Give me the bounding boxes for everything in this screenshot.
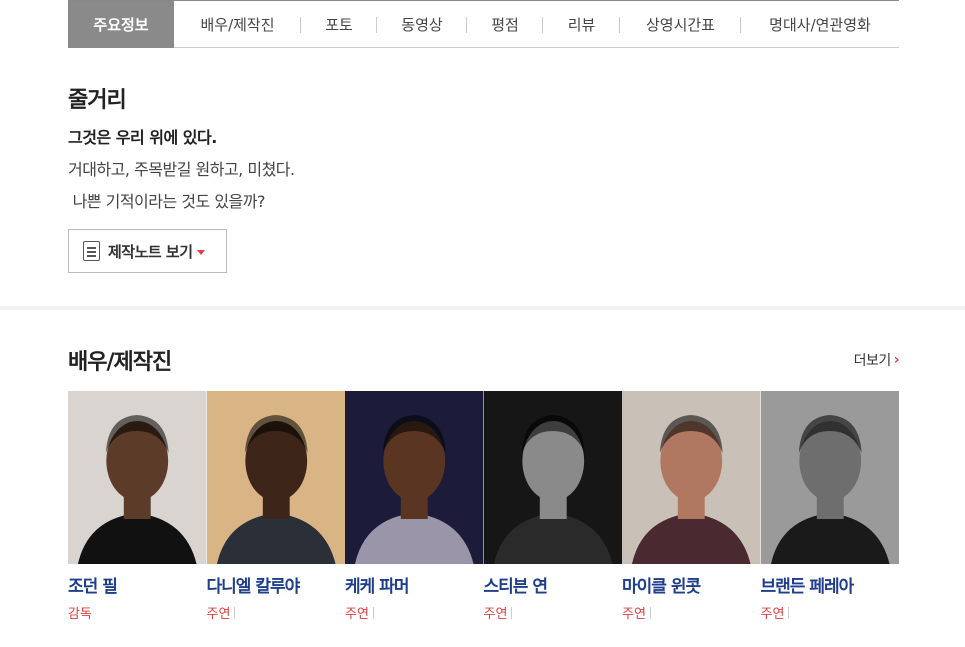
- tab-7[interactable]: 명대사/연관영화: [741, 1, 899, 48]
- cast-role-label: 감독: [68, 607, 92, 622]
- tab-5[interactable]: 리뷰: [543, 1, 620, 48]
- cast-photo[interactable]: [760, 391, 899, 564]
- cast-photo[interactable]: [206, 391, 345, 564]
- cast-card[interactable]: 다니엘 칼루야주연: [206, 391, 346, 622]
- cast-card[interactable]: 조던 필감독: [68, 391, 207, 622]
- cast-card[interactable]: 브랜든 페레아주연: [760, 391, 900, 622]
- cast-photo[interactable]: [483, 391, 622, 564]
- cast-card[interactable]: 스티븐 연주연: [483, 391, 623, 622]
- cast-role-label: 주연: [622, 607, 646, 622]
- caret-down-icon: [196, 249, 205, 255]
- synopsis-line: 나쁜 기적이라는 것도 있을까?: [68, 192, 266, 211]
- person-avatar-icon: [483, 391, 622, 564]
- cast-role-label: 주연: [483, 607, 508, 622]
- person-avatar-icon: [68, 391, 207, 564]
- role-separator: [511, 606, 513, 619]
- role-separator: [788, 606, 790, 619]
- synopsis-line: 거대하고, 주목받길 원하고, 미쳤다.: [68, 160, 295, 179]
- tab-2[interactable]: 포토: [301, 1, 377, 48]
- cast-role: 주연: [345, 603, 484, 622]
- tab-3[interactable]: 동영상: [377, 1, 467, 48]
- tab-label: 명대사/연관영화: [769, 15, 871, 34]
- cast-card[interactable]: 마이클 윈콧주연: [622, 391, 761, 622]
- main-tabs: 주요정보 배우/제작진 포토 동영상 평점 리뷰 상영시간표 명대사/연관영화: [68, 0, 899, 48]
- tab-label: 상영시간표: [645, 15, 715, 34]
- tab-label: 동영상: [401, 15, 443, 34]
- tab-label: 리뷰: [567, 15, 596, 34]
- cast-role: 주연: [622, 603, 761, 622]
- cast-name[interactable]: 마이클 윈콧: [622, 572, 761, 597]
- tab-label: 평점: [491, 15, 519, 34]
- cast-list: 조던 필 감독 다니엘 칼루야 주연 케케 파머 주연 스티븐 연 주연 마이클 윈콧 주연 브랜든…: [68, 391, 899, 622]
- production-note-button[interactable]: 제작노트 보기: [68, 229, 227, 273]
- cast-card[interactable]: 케케 파머주연: [345, 391, 484, 622]
- more-link[interactable]: 더보기 ›: [853, 350, 900, 370]
- cast-name[interactable]: 조던 필: [68, 572, 207, 597]
- person-avatar-icon: [760, 391, 899, 564]
- cast-role: 감독: [68, 603, 207, 622]
- role-separator: [234, 606, 236, 619]
- cast-section-title: 배우/제작진: [68, 350, 172, 375]
- cast-role-label: 주연: [760, 607, 785, 622]
- document-icon: [83, 241, 100, 261]
- cast-role: 주연: [484, 603, 623, 622]
- role-separator: [372, 606, 374, 619]
- tab-label: 배우/제작진: [200, 15, 275, 34]
- cast-name[interactable]: 스티븐 연: [484, 572, 623, 597]
- cast-name[interactable]: 케케 파머: [345, 572, 484, 597]
- cast-role: 주연: [207, 603, 346, 622]
- cast-role-label: 주연: [345, 607, 369, 622]
- synopsis-headline: 그것은 우리 위에 있다.: [68, 128, 217, 147]
- person-avatar-icon: [345, 391, 484, 564]
- cast-photo[interactable]: [345, 391, 484, 564]
- cast-name[interactable]: 다니엘 칼루야: [207, 572, 346, 597]
- tab-6[interactable]: 상영시간표: [620, 1, 741, 48]
- cast-role: 주연: [761, 603, 900, 622]
- section-divider: [0, 306, 965, 310]
- role-separator: [649, 606, 651, 619]
- production-note-label: 제작노트 보기: [108, 242, 193, 261]
- cast-role-label: 주연: [206, 607, 231, 622]
- cast-photo[interactable]: [622, 391, 761, 564]
- person-avatar-icon: [206, 391, 345, 564]
- chevron-right-icon: ›: [893, 352, 900, 368]
- tab-4[interactable]: 평점: [467, 1, 543, 48]
- tab-1[interactable]: 배우/제작진: [174, 1, 301, 48]
- tab-label: 주요정보: [93, 15, 149, 34]
- more-label: 더보기: [853, 353, 892, 369]
- cast-name[interactable]: 브랜든 페레아: [761, 572, 900, 597]
- cast-photo[interactable]: [68, 391, 207, 564]
- synopsis-title: 줄거리: [68, 88, 127, 113]
- person-avatar-icon: [622, 391, 761, 564]
- tab-0[interactable]: 주요정보: [68, 0, 174, 48]
- tab-label: 포토: [325, 15, 353, 34]
